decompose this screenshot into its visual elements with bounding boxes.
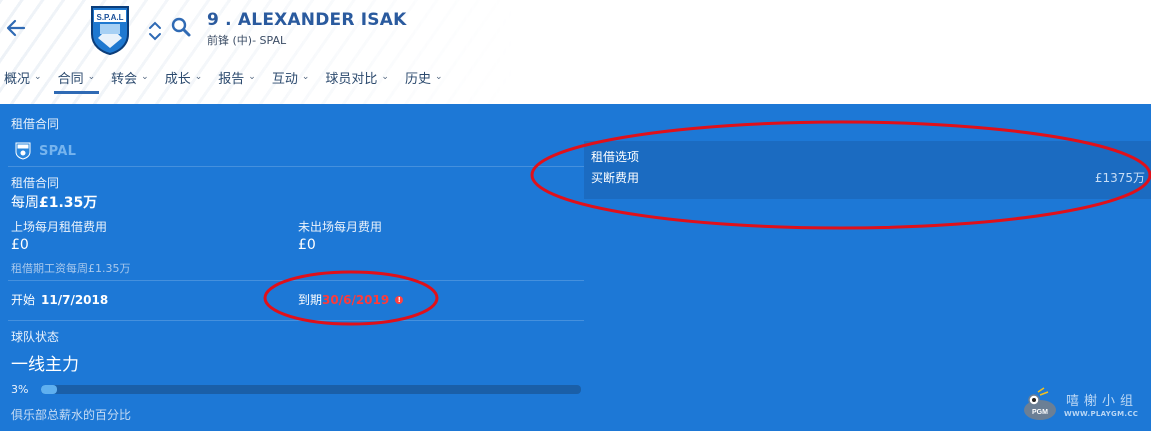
loan-start: 开始 11/7/2018 [11, 291, 108, 308]
tab-1[interactable]: 合同 ⌄ [53, 64, 100, 94]
player-name: 9 . ALEXANDER ISAK [207, 10, 407, 30]
wage-percent-label: 3% [11, 383, 29, 396]
loan-contract-section: 租借合同 SPAL 租借合同 每周£1.35万 上场每月租借费用 £0 未出场每… [0, 104, 592, 431]
loan-options-box: 租借选项 买断费用 £1375万 [584, 141, 1151, 199]
watermark-url: WWW.PLAYGM.CC [1064, 410, 1139, 418]
profile-tabs: 概况 ⌄ 合同 ⌄ 转会 ⌄ 成长 ⌄ 报告 ⌄ 互动 ⌄ 球员对比 ⌄ 历史 ⌄ [0, 64, 447, 94]
previous-player-icon[interactable] [147, 16, 163, 29]
search-icon[interactable] [170, 16, 192, 38]
start-date: 11/7/2018 [41, 293, 109, 307]
chevron-down-icon: ⌄ [141, 72, 149, 82]
tab-label: 报告 [218, 71, 245, 87]
watermark: PGM 嘻榭小组 WWW.PLAYGM.CC [1018, 386, 1146, 426]
club-name: SPAL [39, 143, 77, 159]
player-position-club: 前锋 (中)- SPAL [207, 34, 287, 47]
tab-label: 球员对比 [325, 71, 378, 87]
tab-label: 互动 [271, 71, 298, 87]
contract-type-label: 租借合同 [11, 176, 60, 190]
section-title: 租借合同 [11, 117, 60, 131]
monthly-played-value: £0 [11, 237, 29, 253]
wage-percent-caption: 俱乐部总薪水的百分比 [11, 408, 132, 422]
wage-percent-fill [41, 385, 58, 394]
end-date: 30/6/2019 [322, 292, 390, 307]
chevron-down-icon: ⌄ [301, 72, 310, 82]
warning-icon[interactable]: ! [395, 295, 404, 304]
divider [8, 166, 584, 167]
chevron-down-icon: ⌄ [34, 72, 42, 82]
weekly-wage: 每周£1.35万 [11, 192, 97, 212]
next-player-icon[interactable] [147, 28, 163, 41]
loan-end: 到期 30/6/2019! [298, 291, 404, 308]
tab-0[interactable]: 概况 ⌄ [0, 64, 46, 90]
start-label: 开始 [11, 293, 36, 307]
monthly-played-label: 上场每月租借费用 [11, 220, 108, 234]
loan-club-link[interactable]: SPAL [15, 142, 76, 160]
watermark-text: 嘻榭小组 [1066, 394, 1139, 409]
monthly-unplayed-label: 未出场每月费用 [298, 220, 383, 234]
tab-6[interactable]: 球员对比 ⌄ [321, 64, 393, 90]
wage-percent-bar [41, 385, 581, 394]
chevron-down-icon: ⌄ [381, 72, 389, 82]
weekly-prefix: 每周 [11, 195, 39, 211]
tab-5[interactable]: 互动 ⌄ [268, 64, 314, 90]
player-header: S.P.A.L 9 . ALEXANDER ISAK 前锋 (中)- SPAL … [0, 0, 1151, 104]
chevron-down-icon: ⌄ [194, 72, 203, 82]
weekly-amount: £1.35万 [39, 195, 98, 211]
contract-panel: 租借合同 SPAL 租借合同 每周£1.35万 上场每月租借费用 £0 未出场每… [0, 104, 1151, 431]
svg-text:PGM: PGM [1032, 409, 1048, 416]
chevron-down-icon: ⌄ [434, 72, 443, 82]
watermark-logo-icon: PGM [1024, 387, 1056, 420]
end-label: 到期 [298, 293, 323, 307]
divider [8, 280, 584, 281]
tab-2[interactable]: 转会 ⌄ [107, 64, 153, 90]
monthly-unplayed-value: £0 [298, 237, 316, 253]
team-status-value: 一线主力 [11, 355, 79, 375]
crest-text: S.P.A.L [97, 13, 124, 22]
back-arrow-icon[interactable] [4, 16, 28, 40]
tab-7[interactable]: 历史 ⌄ [401, 64, 447, 90]
wage-note: 租借期工资每周£1.35万 [11, 262, 131, 275]
tab-3[interactable]: 成长 ⌄ [161, 64, 207, 90]
club-crest-icon: S.P.A.L [88, 4, 132, 56]
chevron-down-icon: ⌄ [248, 72, 256, 82]
loan-options-title: 租借选项 [591, 150, 640, 164]
team-status-label: 球队状态 [11, 330, 60, 344]
player-switcher [147, 16, 163, 42]
tab-4[interactable]: 报告 ⌄ [214, 64, 260, 90]
chevron-down-icon: ⌄ [87, 72, 96, 82]
tab-label: 概况 [4, 71, 31, 87]
divider [8, 320, 584, 321]
tab-label: 合同 [57, 71, 84, 87]
buyout-fee-value: £1375万 [1094, 171, 1145, 185]
tab-label: 成长 [164, 71, 191, 87]
buyout-fee-label: 买断费用 [591, 171, 640, 185]
club-badge-icon [15, 142, 31, 160]
tab-label: 转会 [111, 71, 138, 87]
tab-label: 历史 [404, 71, 431, 87]
